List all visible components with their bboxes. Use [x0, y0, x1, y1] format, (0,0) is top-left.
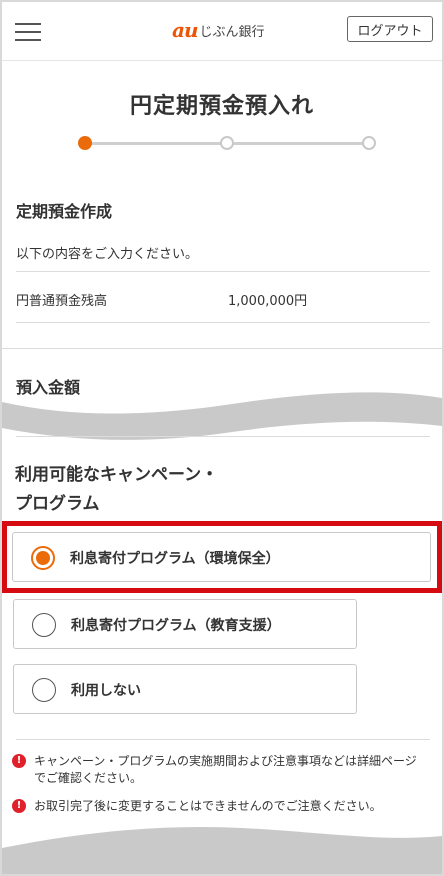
section-title: 定期預金作成 — [16, 202, 113, 221]
divider — [16, 739, 430, 740]
balance-value: 1,000,000円 — [228, 294, 308, 309]
divider — [2, 348, 442, 349]
step-3-indicator — [362, 136, 376, 150]
menu-icon[interactable] — [15, 21, 41, 43]
progress-stepper — [74, 130, 380, 158]
step-1-indicator — [78, 136, 92, 150]
exclamation-circle-icon: ! — [12, 754, 26, 768]
option-label: 利息寄付プログラム（環境保全） — [70, 551, 280, 567]
radio-unselected-icon[interactable] — [32, 678, 56, 702]
brand-name: じぶん銀行 — [199, 24, 265, 40]
logout-button[interactable]: ログアウト — [347, 16, 433, 42]
campaign-title-line2: プログラム — [15, 494, 100, 514]
note-item: ! キャンペーン・プログラムの実施期間および注意事項などは詳細ページでご確認くだ… — [12, 753, 422, 787]
divider — [16, 271, 430, 272]
campaign-option-education[interactable]: 利息寄付プログラム（教育支援） — [13, 599, 357, 649]
divider — [16, 322, 430, 323]
header: au じぶん銀行 ログアウト — [2, 2, 442, 61]
campaign-option-none[interactable]: 利用しない — [13, 664, 357, 714]
divider — [16, 436, 430, 437]
step-2-indicator — [220, 136, 234, 150]
note-text: お取引完了後に変更することはできませんのでご注意ください。 — [34, 799, 382, 813]
campaign-title-line1: 利用可能なキャンペーン・ — [15, 465, 219, 485]
intro-text: 以下の内容をご入力ください。 — [16, 247, 199, 262]
note-item: ! お取引完了後に変更することはできませんのでご注意ください。 — [12, 798, 422, 815]
page-title: 円定期預金預入れ — [129, 94, 314, 119]
campaign-option-environment[interactable]: 利息寄付プログラム（環境保全） — [12, 532, 431, 582]
campaign-title: 利用可能なキャンペーン・ プログラム — [15, 461, 315, 519]
brand-mark: au — [172, 18, 198, 42]
balance-label: 円普通預金残高 — [16, 294, 108, 309]
logo: au じぶん銀行 — [172, 17, 265, 43]
app-frame: au じぶん銀行 ログアウト 円定期預金預入れ 定期預金作成 以下の内容をご入力… — [2, 2, 442, 874]
radio-selected-icon[interactable] — [31, 546, 55, 570]
option-label: 利息寄付プログラム（教育支援） — [71, 618, 281, 634]
note-text: キャンペーン・プログラムの実施期間および注意事項などは詳細ページでご確認ください… — [34, 754, 417, 785]
exclamation-circle-icon: ! — [12, 799, 26, 813]
wave-separator — [2, 826, 442, 874]
radio-unselected-icon[interactable] — [32, 613, 56, 637]
option-label: 利用しない — [71, 683, 141, 699]
